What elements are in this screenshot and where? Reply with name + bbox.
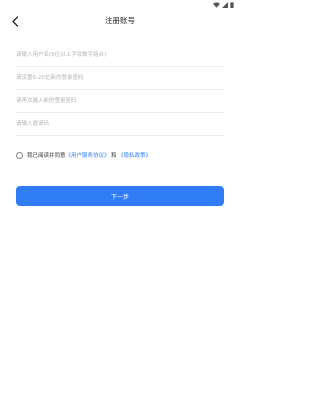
invite-code-field-row xyxy=(16,113,224,136)
invite-code-input[interactable] xyxy=(16,113,224,135)
next-button[interactable]: 下一步 xyxy=(16,186,224,206)
status-bar xyxy=(0,0,240,10)
signal-icon xyxy=(222,2,228,8)
agreement-conjunction: 和 xyxy=(111,153,117,159)
confirm-password-input[interactable] xyxy=(16,90,224,112)
username-input[interactable] xyxy=(16,44,224,66)
agreement-prefix: 我已阅读并同意 xyxy=(27,153,66,159)
password-input[interactable] xyxy=(16,67,224,89)
page-title: 注册账号 xyxy=(105,16,135,25)
username-field-row xyxy=(16,44,224,67)
password-field-row xyxy=(16,67,224,90)
confirm-password-field-row xyxy=(16,90,224,113)
wifi-icon xyxy=(213,2,220,8)
battery-icon xyxy=(230,2,234,8)
nav-bar: 注册账号 xyxy=(0,10,240,32)
privacy-policy-link[interactable]: 《隐私政策》 xyxy=(118,151,151,159)
agreement-checkbox[interactable] xyxy=(16,151,23,159)
user-agreement-link[interactable]: 《用户服务协议》 xyxy=(66,151,110,159)
status-icons xyxy=(213,2,234,8)
agreement-row: 我已阅读并同意 《用户服务协议》 和 《隐私政策》 xyxy=(16,149,151,161)
